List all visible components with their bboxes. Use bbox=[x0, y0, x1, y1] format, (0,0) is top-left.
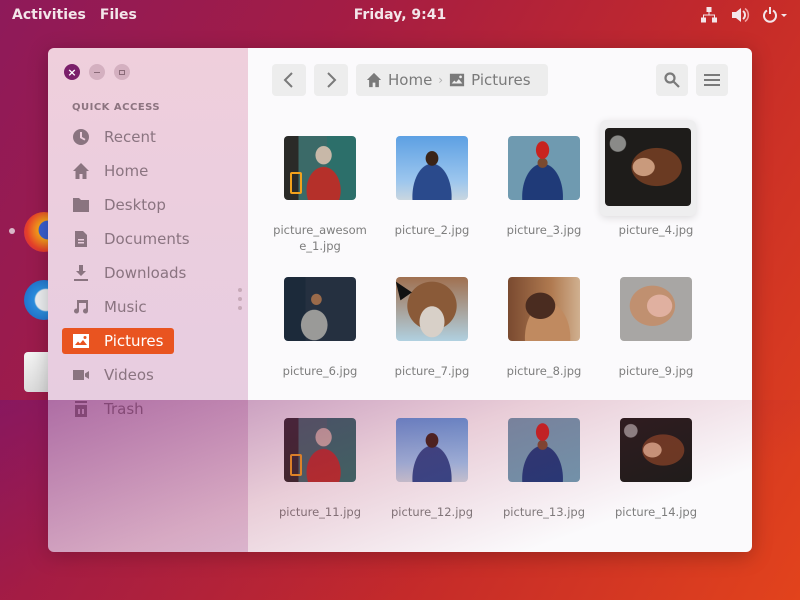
thumbnail bbox=[396, 136, 468, 200]
file-name: picture_2.jpg bbox=[394, 223, 470, 237]
sidebar-item-desktop[interactable]: Desktop bbox=[62, 192, 174, 218]
music-icon bbox=[72, 298, 90, 316]
video-icon bbox=[72, 366, 90, 384]
thumbnail bbox=[396, 418, 468, 482]
file-name: picture_6.jpg bbox=[282, 364, 358, 378]
thumbnail bbox=[508, 277, 580, 341]
chevron-right-icon bbox=[327, 72, 337, 88]
file-item[interactable]: picture_14.jpg bbox=[600, 402, 712, 533]
sidebar-item-label: Downloads bbox=[104, 264, 187, 282]
breadcrumb-label: Home bbox=[388, 71, 433, 89]
maximize-icon bbox=[119, 69, 125, 75]
file-name: picture_14.jpg bbox=[615, 505, 697, 519]
sidebar-item-label: Videos bbox=[104, 366, 154, 384]
file-name: picture_4.jpg bbox=[618, 223, 694, 237]
breadcrumb: Home › Pictures bbox=[356, 64, 548, 96]
file-item[interactable]: picture_9.jpg bbox=[600, 261, 712, 392]
sidebar-item-home[interactable]: Home bbox=[62, 158, 174, 184]
file-name: picture_3.jpg bbox=[506, 223, 582, 237]
sidebar-item-label: Trash bbox=[104, 400, 144, 418]
thumbnail bbox=[508, 418, 580, 482]
dock bbox=[0, 200, 64, 420]
file-item[interactable]: picture_13.jpg bbox=[488, 402, 600, 533]
breadcrumb-label: Pictures bbox=[471, 71, 531, 89]
sidebar-item-music[interactable]: Music bbox=[62, 294, 174, 320]
sidebar-item-label: Music bbox=[104, 298, 147, 316]
folder-icon bbox=[72, 196, 90, 214]
file-name: picture_12.jpg bbox=[391, 505, 473, 519]
thumbnail bbox=[620, 418, 692, 482]
thumbnail bbox=[508, 136, 580, 200]
section-label: QUICK ACCESS bbox=[72, 102, 161, 113]
picture-icon bbox=[72, 332, 90, 350]
clock-icon bbox=[72, 128, 90, 146]
thumbnail bbox=[284, 277, 356, 341]
sidebar-resize-handle[interactable] bbox=[238, 288, 242, 310]
minimize-icon bbox=[94, 71, 100, 73]
thumbnail bbox=[605, 128, 691, 206]
places-list: Recent Home Desktop Documents Downloads … bbox=[62, 124, 190, 430]
volume-icon[interactable] bbox=[730, 6, 750, 24]
file-item[interactable]: picture_awesome_1.jpg bbox=[264, 120, 376, 253]
file-item[interactable]: picture_3.jpg bbox=[488, 120, 600, 251]
close-button[interactable]: × bbox=[64, 64, 80, 80]
file-name: picture_awesome_1.jpg bbox=[273, 223, 367, 253]
file-name: picture_9.jpg bbox=[618, 364, 694, 378]
file-item[interactable]: picture_7.jpg bbox=[376, 261, 488, 392]
top-bar: Activities Files Friday, 9:41 bbox=[0, 0, 800, 32]
file-name: picture_7.jpg bbox=[394, 364, 470, 378]
minimize-button[interactable] bbox=[89, 64, 105, 80]
sidebar-item-label: Home bbox=[104, 162, 149, 180]
clock[interactable]: Friday, 9:41 bbox=[0, 7, 800, 23]
thumbnail bbox=[284, 418, 356, 482]
hamburger-menu-icon bbox=[704, 74, 720, 86]
file-item[interactable]: picture_12.jpg bbox=[376, 402, 488, 533]
picture-icon bbox=[449, 73, 465, 87]
search-button[interactable] bbox=[656, 64, 688, 96]
breadcrumb-separator-icon: › bbox=[438, 73, 444, 87]
power-icon[interactable] bbox=[762, 6, 788, 24]
chevron-left-icon bbox=[283, 72, 293, 88]
file-item[interactable]: picture_2.jpg bbox=[376, 120, 488, 251]
sidebar-item-label: Pictures bbox=[104, 332, 164, 350]
maximize-button[interactable] bbox=[114, 64, 130, 80]
file-item-selected[interactable]: picture_4.jpg bbox=[600, 120, 712, 251]
selection-highlight bbox=[600, 120, 696, 216]
network-icon[interactable] bbox=[700, 6, 718, 24]
file-item[interactable]: picture_8.jpg bbox=[488, 261, 600, 392]
home-icon bbox=[366, 72, 382, 88]
file-grid: picture_awesome_1.jpg picture_2.jpg pict… bbox=[264, 120, 728, 533]
thumbnail bbox=[620, 277, 692, 341]
file-item[interactable]: picture_11.jpg bbox=[264, 402, 376, 533]
sidebar-item-downloads[interactable]: Downloads bbox=[62, 260, 186, 286]
sidebar-item-label: Desktop bbox=[104, 196, 166, 214]
file-name: picture_11.jpg bbox=[279, 505, 361, 519]
sidebar-item-label: Recent bbox=[104, 128, 156, 146]
sidebar-item-recent[interactable]: Recent bbox=[62, 124, 174, 150]
sidebar-item-trash[interactable]: Trash bbox=[62, 396, 174, 422]
breadcrumb-home[interactable]: Home bbox=[366, 71, 432, 89]
sidebar: × QUICK ACCESS Recent Home Desktop Docum… bbox=[48, 48, 248, 552]
close-icon: × bbox=[67, 65, 77, 79]
download-icon bbox=[72, 264, 90, 282]
document-icon bbox=[72, 230, 90, 248]
trash-icon bbox=[72, 400, 90, 418]
sidebar-item-videos[interactable]: Videos bbox=[62, 362, 174, 388]
file-item[interactable]: picture_6.jpg bbox=[264, 261, 376, 392]
sidebar-item-pictures[interactable]: Pictures bbox=[62, 328, 174, 354]
forward-button[interactable] bbox=[314, 64, 348, 96]
sidebar-item-label: Documents bbox=[104, 230, 190, 248]
file-name: picture_8.jpg bbox=[506, 364, 582, 378]
menu-button[interactable] bbox=[696, 64, 728, 96]
sidebar-item-documents[interactable]: Documents bbox=[62, 226, 190, 252]
file-view: Home › Pictures picture_awesome_1.jpg pi… bbox=[248, 48, 752, 552]
system-tray[interactable] bbox=[700, 6, 788, 24]
thumbnail bbox=[284, 136, 356, 200]
home-icon bbox=[72, 162, 90, 180]
search-icon bbox=[664, 72, 680, 88]
back-button[interactable] bbox=[272, 64, 306, 96]
file-name: picture_13.jpg bbox=[503, 505, 585, 519]
running-indicator bbox=[9, 228, 15, 234]
breadcrumb-pictures[interactable]: Pictures bbox=[449, 71, 531, 89]
